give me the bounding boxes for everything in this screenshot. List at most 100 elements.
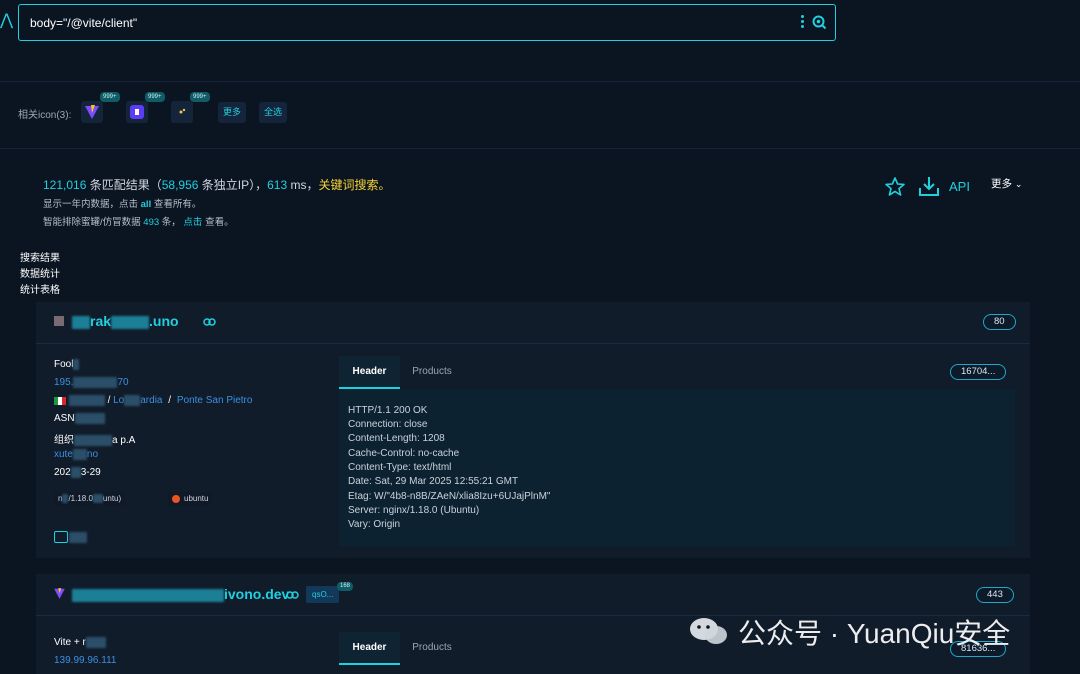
note-text: 显示一年内数据，点击 — [43, 199, 141, 210]
header-line: Etag: W/"4b8-n8B/ZAeN/xlia8Izu+6UJajPlnM… — [348, 491, 551, 502]
region-link[interactable]: Lo ardia — [113, 395, 163, 407]
watermark-text: 公众号 · YuanQiu安全 — [738, 618, 1011, 649]
header-line: Content-Type: text/html — [348, 462, 452, 473]
result-host-link[interactable]: rak .uno — [72, 313, 179, 329]
org-row: 组织 a p.A — [54, 431, 135, 446]
port-badge[interactable]: 80 — [983, 314, 1016, 330]
divider — [0, 81, 1080, 82]
result-count: 121,016 — [43, 178, 87, 192]
separator: / — [168, 395, 172, 407]
show-all-link[interactable]: all — [141, 199, 152, 210]
more-icons-button[interactable]: 更多 — [218, 102, 247, 123]
code-view-icon[interactable] — [54, 531, 68, 543]
year-data-note: 显示一年内数据，点击 all 查看所有。 — [43, 196, 201, 210]
date-text: 202 — [54, 467, 71, 479]
ubuntu-icon — [172, 494, 180, 503]
result-tabs: Header Products 16704... — [339, 356, 1015, 389]
header-line: HTTP/1.1 200 OK — [348, 405, 428, 416]
icon-count-badge: 999+ — [100, 92, 120, 102]
api-button[interactable]: API — [949, 179, 970, 194]
click-view-link[interactable]: 点击 — [183, 217, 202, 228]
note-text: 查看所有。 — [151, 199, 202, 210]
city-link[interactable]: Ponte San Pietro — [177, 395, 253, 406]
header-line: Vary: Origin — [348, 519, 401, 530]
keyword-search-link[interactable]: 关键词搜索。 — [319, 178, 391, 192]
org-text: a p.A — [112, 435, 136, 446]
italy-flag-icon — [54, 396, 66, 405]
summary-text: 条独立IP）， — [198, 178, 268, 192]
host-text: .uno — [149, 313, 179, 329]
host-name: Fool — [54, 359, 80, 371]
hash-badge[interactable]: 16704... — [950, 364, 1007, 380]
select-all-button[interactable]: 全选 — [259, 102, 288, 123]
more-options-icon[interactable] — [801, 15, 805, 29]
tab-products[interactable]: Products — [400, 632, 464, 665]
header-line: Cache-Control: no-cache — [348, 448, 460, 459]
icon-count-badge: 999+ — [145, 92, 165, 102]
tech-tag[interactable]: qsO... — [306, 586, 340, 603]
ip-link[interactable]: 195. 70 — [54, 377, 129, 388]
tag-text: ubuntu — [184, 494, 209, 503]
domain-link[interactable]: xute no — [54, 449, 98, 460]
header-line: Connection: close — [348, 419, 428, 430]
nav-search-results[interactable]: 搜索结果 — [20, 249, 60, 264]
logo-fragment-icon[interactable]: ⋀ — [0, 13, 13, 29]
port-badge[interactable]: 443 — [976, 587, 1014, 603]
search-icon[interactable] — [811, 14, 827, 30]
nav-stats-table[interactable]: 统计表格 — [20, 281, 60, 296]
site-favicon-icon — [54, 316, 64, 326]
result-card: rak .uno 80 Fool 195. 70 / Lo ardia / Ponte… — [36, 302, 1030, 558]
summary-text: 条匹配结果（ — [86, 178, 162, 192]
ip-link[interactable]: 139.99.96.111 — [54, 655, 116, 666]
separator: / — [107, 395, 111, 407]
ip-text: 70 — [117, 377, 129, 389]
tab-header[interactable]: Header — [339, 632, 400, 665]
tag-text: /1.18.0 — [68, 494, 93, 503]
star-icon[interactable] — [885, 177, 905, 196]
related-icons-label: 相关icon(3): — [18, 110, 72, 121]
asn-label: ASN — [54, 413, 75, 425]
tag-count-badge: 168 — [337, 582, 354, 591]
date-text: 3-29 — [80, 467, 101, 479]
honeypot-count: 493 — [143, 217, 160, 228]
link-icon[interactable] — [286, 591, 299, 599]
os-tag[interactable]: ubuntu — [168, 492, 213, 506]
org-label: 组织 — [54, 435, 74, 446]
vite-favicon-icon — [54, 588, 65, 599]
small-favicon-icon[interactable] — [171, 101, 193, 123]
app-favicon-icon[interactable] — [126, 101, 148, 123]
more-label: 更多 — [991, 178, 1012, 190]
search-input[interactable]: body="/@vite/client" — [18, 4, 836, 41]
note-text: 智能排除蜜罐/仿冒数据 — [43, 217, 144, 228]
more-dropdown[interactable]: 更多 ⌄ — [991, 176, 1022, 191]
result-host-link[interactable]: ivono.dev — [72, 586, 289, 602]
icon-count-badge: 999+ — [190, 92, 210, 102]
host-text: ivono.dev — [224, 586, 290, 602]
host-name-text: Vite + r — [54, 637, 86, 649]
region-text: Lo — [113, 395, 125, 407]
honeypot-note: 智能排除蜜罐/仿冒数据 493 条， 点击 查看。 — [43, 214, 234, 228]
header-line: Content-Length: 1208 — [348, 433, 445, 444]
result-card-header: ivono.dev qsO... 168 443 — [36, 574, 1030, 616]
result-summary: 121,016 条匹配结果（58,956 条独立IP），613 ms，关键词搜索… — [43, 176, 391, 193]
date-row: 202 3-29 — [54, 467, 101, 478]
tab-products[interactable]: Products — [400, 356, 464, 389]
vite-favicon-icon[interactable] — [81, 101, 103, 123]
download-icon[interactable] — [918, 176, 940, 197]
host-name: Vite + r — [54, 637, 106, 648]
domain-text: xute — [54, 449, 73, 461]
link-icon[interactable] — [203, 318, 216, 326]
tag-text: untu) — [102, 494, 122, 503]
ip-text: 195. — [54, 377, 74, 389]
nav-data-stats[interactable]: 数据统计 — [20, 265, 60, 280]
domain-text: no — [86, 449, 99, 461]
tab-header[interactable]: Header — [339, 356, 400, 389]
note-text: 查看。 — [202, 217, 234, 228]
search-query-text[interactable]: body="/@vite/client" — [30, 16, 137, 30]
query-time: 613 — [267, 178, 288, 192]
server-tag[interactable]: n/1.18.0 untu) — [54, 492, 126, 506]
result-card-header: rak .uno 80 — [36, 302, 1030, 344]
host-name-text: Fool — [54, 359, 74, 371]
summary-text: ms， — [287, 178, 319, 192]
wechat-icon — [688, 616, 730, 646]
